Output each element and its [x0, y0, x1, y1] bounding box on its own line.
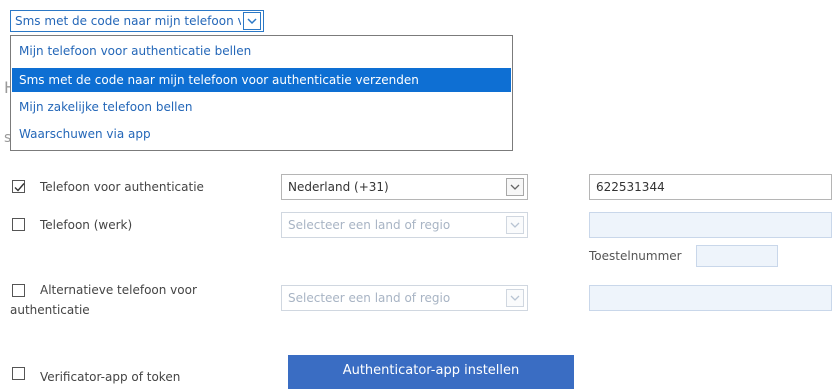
work-phone-country-select[interactable]: Selecteer een land of regio: [281, 212, 528, 238]
verification-method-select[interactable]: Sms met de code naar mijn telefoon voor …: [10, 10, 264, 32]
auth-phone-label: Telefoon voor authenticatie: [40, 180, 204, 194]
verification-method-value: Sms met de code naar mijn telefoon voor …: [15, 14, 241, 28]
auth-phone-number-input[interactable]: 622531344: [589, 174, 832, 200]
alt-phone-label-line2: authenticatie: [10, 303, 90, 317]
chevron-down-icon[interactable]: [243, 12, 261, 30]
dropdown-option-sms[interactable]: Sms met de code naar mijn telefoon voor …: [12, 68, 511, 92]
dropdown-option-call-phone[interactable]: Mijn telefoon voor authenticatie bellen: [12, 39, 511, 63]
alt-phone-checkbox[interactable]: [12, 284, 25, 297]
verification-method-dropdown: Mijn telefoon voor authenticatie bellen …: [10, 35, 513, 151]
auth-phone-country-select[interactable]: Nederland (+31): [281, 174, 528, 200]
work-phone-country-placeholder: Selecteer een land of regio: [288, 218, 451, 232]
work-phone-number-input[interactable]: [589, 212, 832, 238]
chevron-down-icon: [506, 178, 524, 196]
checkmark-icon: [14, 183, 25, 192]
alt-phone-label-line1: Alternatieve telefoon voor: [40, 283, 197, 297]
dropdown-option-app-notification[interactable]: Waarschuwen via app: [12, 122, 511, 146]
work-phone-label: Telefoon (werk): [40, 218, 133, 232]
work-phone-checkbox[interactable]: [12, 218, 25, 231]
authenticator-app-checkbox[interactable]: [12, 367, 25, 380]
extension-input[interactable]: [696, 245, 778, 267]
chevron-down-icon: [506, 289, 524, 307]
extension-label: Toestelnummer: [589, 249, 682, 263]
authenticator-app-label: Verificator-app of token: [40, 370, 181, 384]
alt-phone-number-input[interactable]: [589, 285, 832, 311]
setup-authenticator-app-button[interactable]: Authenticator-app instellen: [288, 355, 574, 389]
alt-phone-country-placeholder: Selecteer een land of regio: [288, 291, 451, 305]
chevron-down-icon: [506, 216, 524, 234]
auth-phone-country-value: Nederland (+31): [288, 180, 389, 194]
alt-phone-country-select[interactable]: Selecteer een land of regio: [281, 285, 528, 311]
dropdown-option-call-work-phone[interactable]: Mijn zakelijke telefoon bellen: [12, 95, 511, 119]
auth-phone-checkbox[interactable]: [12, 180, 25, 193]
